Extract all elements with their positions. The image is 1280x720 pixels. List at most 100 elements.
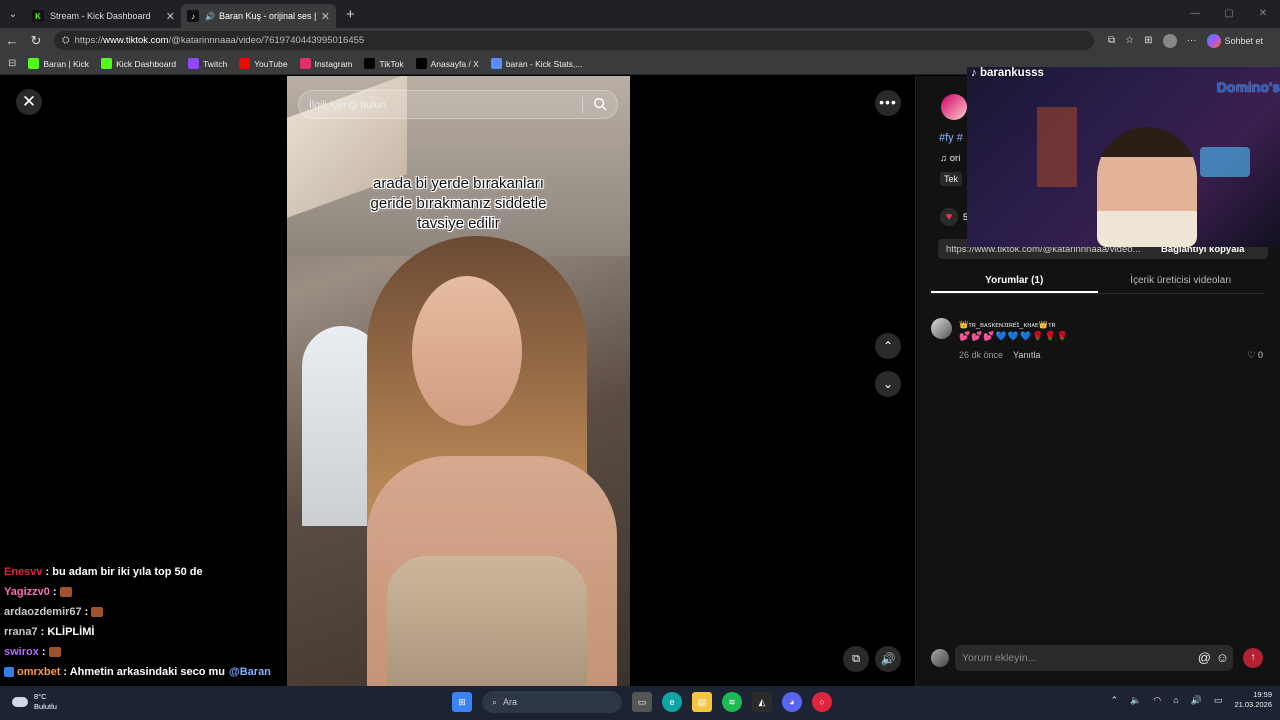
collections-icon[interactable]: ⊞ [1144, 35, 1152, 46]
volume-button[interactable]: 🔊 [875, 646, 901, 672]
bookmarks-menu-icon[interactable]: ⊟ [8, 58, 16, 69]
comment-like-button[interactable]: ♡ 0 [1247, 350, 1263, 361]
sponsor-logo: Domino's [1216, 79, 1280, 95]
speaker-icon[interactable]: 🔊 [205, 12, 215, 21]
chat-username[interactable]: rrana7 [4, 626, 38, 638]
next-video-button[interactable]: ⌄ [875, 371, 901, 397]
chat-username[interactable]: omrxbet [17, 666, 60, 678]
chat-username[interactable]: ardaozdemir67 [4, 606, 82, 618]
opera-icon[interactable]: ○ [812, 692, 832, 712]
search-icon[interactable] [593, 97, 607, 111]
bookmark-item[interactable]: Twitch [188, 58, 227, 69]
video-top [387, 556, 587, 686]
sound-chip[interactable]: Tek [940, 172, 963, 186]
more-icon[interactable]: ··· [1187, 35, 1197, 46]
tiktok-icon: ♪ [971, 67, 980, 79]
send-comment-button[interactable]: ↑ [1243, 648, 1263, 668]
tab-kick-dashboard[interactable]: K Stream - Kick Dashboard ✕ [26, 4, 181, 28]
reply-button[interactable]: Yanıtla [1013, 350, 1040, 360]
new-tab-button[interactable]: + [346, 6, 355, 23]
kick-icon: K [32, 10, 44, 22]
taskbar-search[interactable]: ⌕ Ara [482, 691, 622, 713]
chat-username[interactable]: Enesvv [4, 566, 43, 578]
task-view-icon[interactable]: ▭ [632, 692, 652, 712]
volume-icon[interactable]: 🔊 [1191, 695, 1202, 706]
extensions-icon[interactable]: ⧉ [1108, 35, 1115, 46]
obs-icon[interactable]: ◭ [752, 692, 772, 712]
copilot-button[interactable]: Sohbet et [1206, 33, 1263, 48]
minimize-button[interactable]: — [1178, 0, 1212, 28]
youtube-icon [239, 58, 251, 69]
chat-emote-icon [91, 607, 104, 618]
headset-icon[interactable]: ◠ [1153, 695, 1161, 706]
weather-widget[interactable]: 8°C Bulutlu [12, 692, 57, 712]
chat-badge-icon [4, 667, 14, 678]
chevron-up-icon[interactable]: ⌃ [1111, 695, 1119, 706]
commenter-avatar[interactable] [931, 318, 952, 339]
video-player[interactable]: İlgili içeriği bulun arada bi yerde bıra… [287, 76, 630, 686]
close-tab-icon[interactable]: ✕ [166, 10, 175, 23]
previous-video-button[interactable]: ⌃ [875, 333, 901, 359]
hashtags[interactable]: #fy # [939, 132, 963, 144]
music-label[interactable]: ♫ ori [940, 153, 960, 164]
bookmark-item[interactable]: baran - Kick Stats,... [490, 58, 582, 69]
caption-line: tavsiye edilir [417, 215, 500, 232]
commenter-name[interactable]: 👑ᴛʀ_ʙᴀsᴋᴇɴᴊɪʀᴇ̈ɪ_ᴋʜᴀᴇ👑ᴛʀ [959, 320, 1056, 329]
url-field[interactable]: ⛭ https://www.tiktok.com/@katarinnnaaa/v… [54, 31, 1094, 50]
file-explorer-icon[interactable]: ▤ [692, 692, 712, 712]
chat-text: : Ahmetin arkasindaki seco mu [63, 666, 225, 678]
bookmark-label: Baran | Kick [43, 58, 90, 69]
maximize-button[interactable]: ▢ [1212, 0, 1246, 28]
spotify-icon[interactable]: ≋ [722, 692, 742, 712]
creator-avatar[interactable] [941, 94, 967, 120]
twitch-icon [188, 58, 200, 69]
favorites-icon[interactable]: ☆ [1125, 35, 1134, 46]
close-window-button[interactable]: ✕ [1246, 0, 1280, 28]
chat-message: ardaozdemir67: [4, 602, 294, 622]
close-video-button[interactable]: ✕ [16, 89, 42, 115]
bookmark-item[interactable]: Anasayfa / X [415, 58, 479, 69]
start-icon[interactable]: ⊞ [452, 692, 472, 712]
clock[interactable]: 19:59 21.03.2026 [1234, 690, 1272, 710]
bookmark-item[interactable]: Baran | Kick [28, 58, 89, 69]
mention-icon[interactable]: @ [1198, 645, 1211, 671]
microphone-icon[interactable]: ⌂ [1173, 695, 1178, 705]
picture-in-picture-button[interactable]: ⧉ [843, 646, 869, 672]
chat-username[interactable]: Yagizzv0 [4, 586, 50, 598]
emoji-icon[interactable]: ☺ [1216, 645, 1229, 671]
more-options-button[interactable]: ••• [875, 90, 901, 116]
bookmark-label: Kick Dashboard [116, 58, 177, 69]
bookmark-item[interactable]: TikTok [364, 58, 404, 69]
display-icon[interactable]: ▭ [1214, 695, 1223, 706]
heart-icon[interactable]: ♥ [940, 208, 958, 226]
tab-creator-videos[interactable]: İçerik üreticisi videoları [1098, 268, 1265, 293]
tiktok-icon: ♪ [187, 10, 199, 22]
chat-message: Enesvv: bu adam bir iki yıla top 50 de [4, 562, 294, 582]
comment-input[interactable]: Yorum ekleyin... @ ☺ [955, 645, 1233, 671]
chat-message: omrxbet: Ahmetin arkasindaki seco mu @Bar… [4, 662, 294, 682]
tab-tiktok[interactable]: ♪ 🔊 Baran Kuş - orijinal ses | TikTo ✕ [181, 4, 336, 28]
chat-message: Yagizzv0: [4, 582, 294, 602]
speaker-icon[interactable]: 🔈 [1130, 695, 1141, 706]
chat-text: : [41, 646, 46, 658]
site-info-icon[interactable]: ⛭ [62, 35, 70, 46]
edge-icon[interactable]: e [662, 692, 682, 712]
chat-mention[interactable]: @Baran [229, 666, 271, 678]
discord-icon[interactable]: ◕ [782, 692, 802, 712]
webcam-streamer [1097, 127, 1197, 247]
bookmark-item[interactable]: Instagram [299, 58, 352, 69]
weather-temp: 8°C [34, 692, 47, 701]
tab-comments[interactable]: Yorumlar (1) [931, 268, 1098, 293]
tab-list-icon[interactable]: ⌄ [0, 0, 26, 28]
profile-icon[interactable] [1162, 33, 1177, 48]
instagram-icon [299, 58, 311, 69]
related-search-bar[interactable]: İlgili içeriği bulun [298, 90, 618, 119]
webcam-neon-sign [1200, 147, 1250, 177]
close-tab-icon[interactable]: ✕ [321, 10, 330, 23]
back-icon[interactable]: ← [0, 33, 24, 48]
refresh-icon[interactable]: ↻ [24, 33, 48, 49]
stream-chat-overlay: Enesvv: bu adam bir iki yıla top 50 de Ya… [4, 562, 294, 702]
chat-username[interactable]: swirox [4, 646, 39, 658]
bookmark-item[interactable]: Kick Dashboard [101, 58, 176, 69]
bookmark-item[interactable]: YouTube [239, 58, 288, 69]
